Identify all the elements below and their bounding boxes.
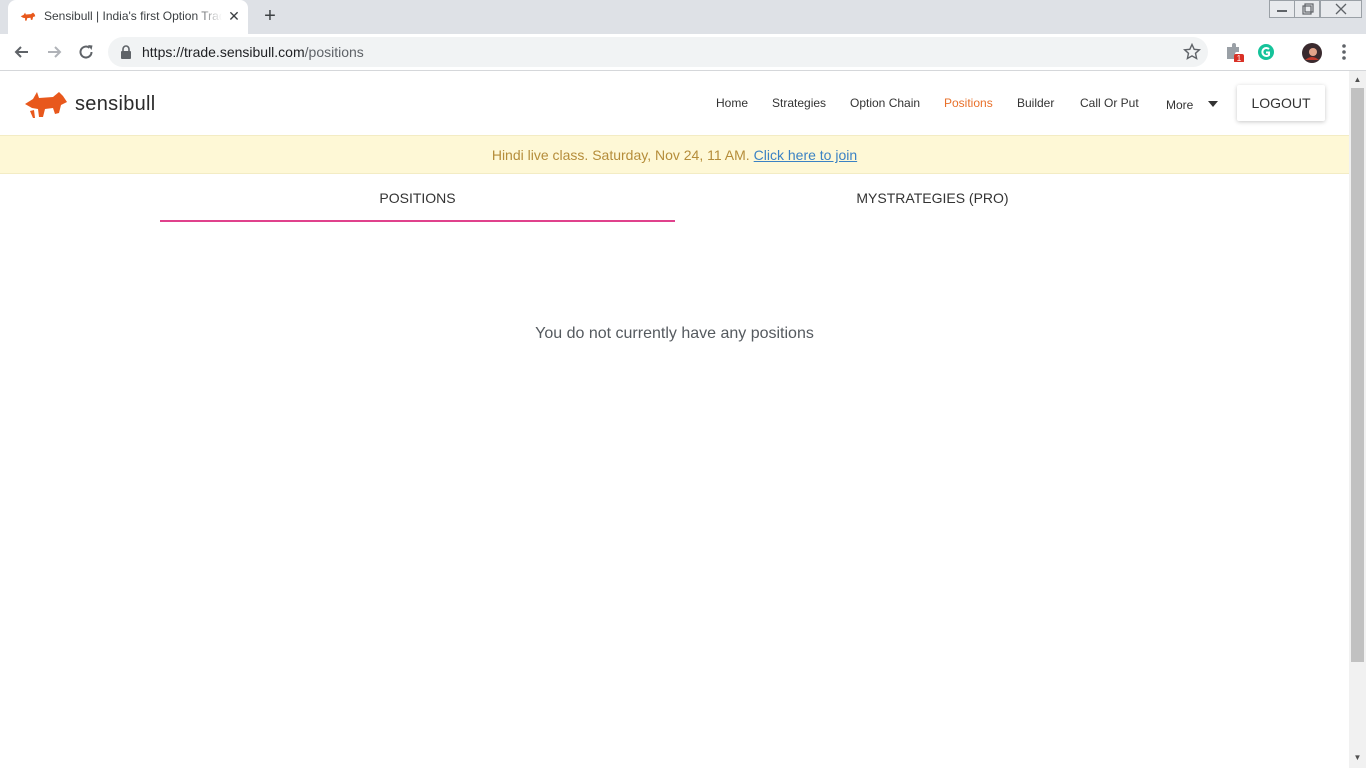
close-window-icon[interactable] (1320, 0, 1362, 18)
page-scrollbar[interactable]: ▲ ▼ (1349, 71, 1366, 768)
bookmark-star-icon[interactable] (1183, 43, 1201, 61)
browser-toolbar: https://trade.sensibull.com/positions 1 (0, 34, 1366, 71)
grammarly-icon[interactable] (1256, 42, 1276, 62)
reload-icon[interactable] (76, 42, 96, 62)
site-header: sensibull Home Strategies Option Chain P… (0, 71, 1349, 135)
url-text: https://trade.sensibull.com/positions (142, 44, 364, 60)
tab-positions[interactable]: POSITIONS (160, 174, 675, 222)
positions-tabs: POSITIONS MYSTRATEGIES (PRO) (160, 174, 1189, 222)
banner-join-link[interactable]: Click here to join (754, 147, 858, 163)
new-tab-icon[interactable]: + (259, 5, 281, 27)
banner-text: Hindi live class. Saturday, Nov 24, 11 A… (491, 147, 750, 163)
sensibull-bull-logo-icon[interactable] (24, 89, 68, 121)
scroll-up-arrow-icon[interactable]: ▲ (1353, 75, 1362, 84)
profile-avatar-icon[interactable] (1301, 42, 1322, 63)
logout-button[interactable]: LOGOUT (1237, 85, 1325, 121)
browser-menu-icon[interactable] (1336, 42, 1356, 62)
extension-badge-count: 1 (1237, 54, 1242, 62)
nav-home[interactable]: Home (716, 96, 748, 110)
forward-arrow-icon[interactable] (44, 42, 64, 62)
back-arrow-icon[interactable] (12, 42, 32, 62)
empty-positions-message: You do not currently have any positions (535, 325, 814, 342)
banner-message: Hindi live class. Saturday, Nov 24, 11 A… (492, 147, 857, 163)
browser-tab-strip: Sensibull | India's first Option Trading… (0, 0, 1366, 34)
brand-name[interactable]: sensibull (75, 93, 156, 116)
extension-puzzle-icon[interactable]: 1 (1224, 42, 1244, 63)
scroll-down-arrow-icon[interactable]: ▼ (1353, 753, 1362, 762)
more-dropdown-caret-icon[interactable] (1208, 101, 1218, 107)
nav-more[interactable]: More (1166, 98, 1193, 112)
browser-tab[interactable]: Sensibull | India's first Option Trading… (8, 0, 248, 34)
url-host: https://trade.sensibull.com (142, 44, 305, 60)
tab-mystrategies[interactable]: MYSTRATEGIES (PRO) (675, 174, 1190, 222)
announcement-banner: Hindi live class. Saturday, Nov 24, 11 A… (0, 135, 1349, 174)
tab-title: Sensibull | India's first Option Trading… (44, 9, 222, 23)
nav-strategies[interactable]: Strategies (772, 96, 826, 110)
nav-positions[interactable]: Positions (944, 96, 993, 110)
minimize-window-icon[interactable] (1269, 0, 1295, 18)
nav-builder[interactable]: Builder (1017, 96, 1054, 110)
lock-icon (121, 45, 131, 59)
nav-option-chain[interactable]: Option Chain (850, 96, 920, 110)
url-path: /positions (304, 44, 364, 60)
restore-window-icon[interactable] (1294, 0, 1320, 18)
address-bar[interactable]: https://trade.sensibull.com/positions (108, 37, 1208, 67)
nav-call-or-put[interactable]: Call Or Put (1080, 96, 1139, 110)
tab-close-icon[interactable]: ✕ (226, 8, 242, 24)
scrollbar-thumb[interactable] (1351, 88, 1364, 662)
sensibull-favicon-icon (20, 12, 36, 21)
